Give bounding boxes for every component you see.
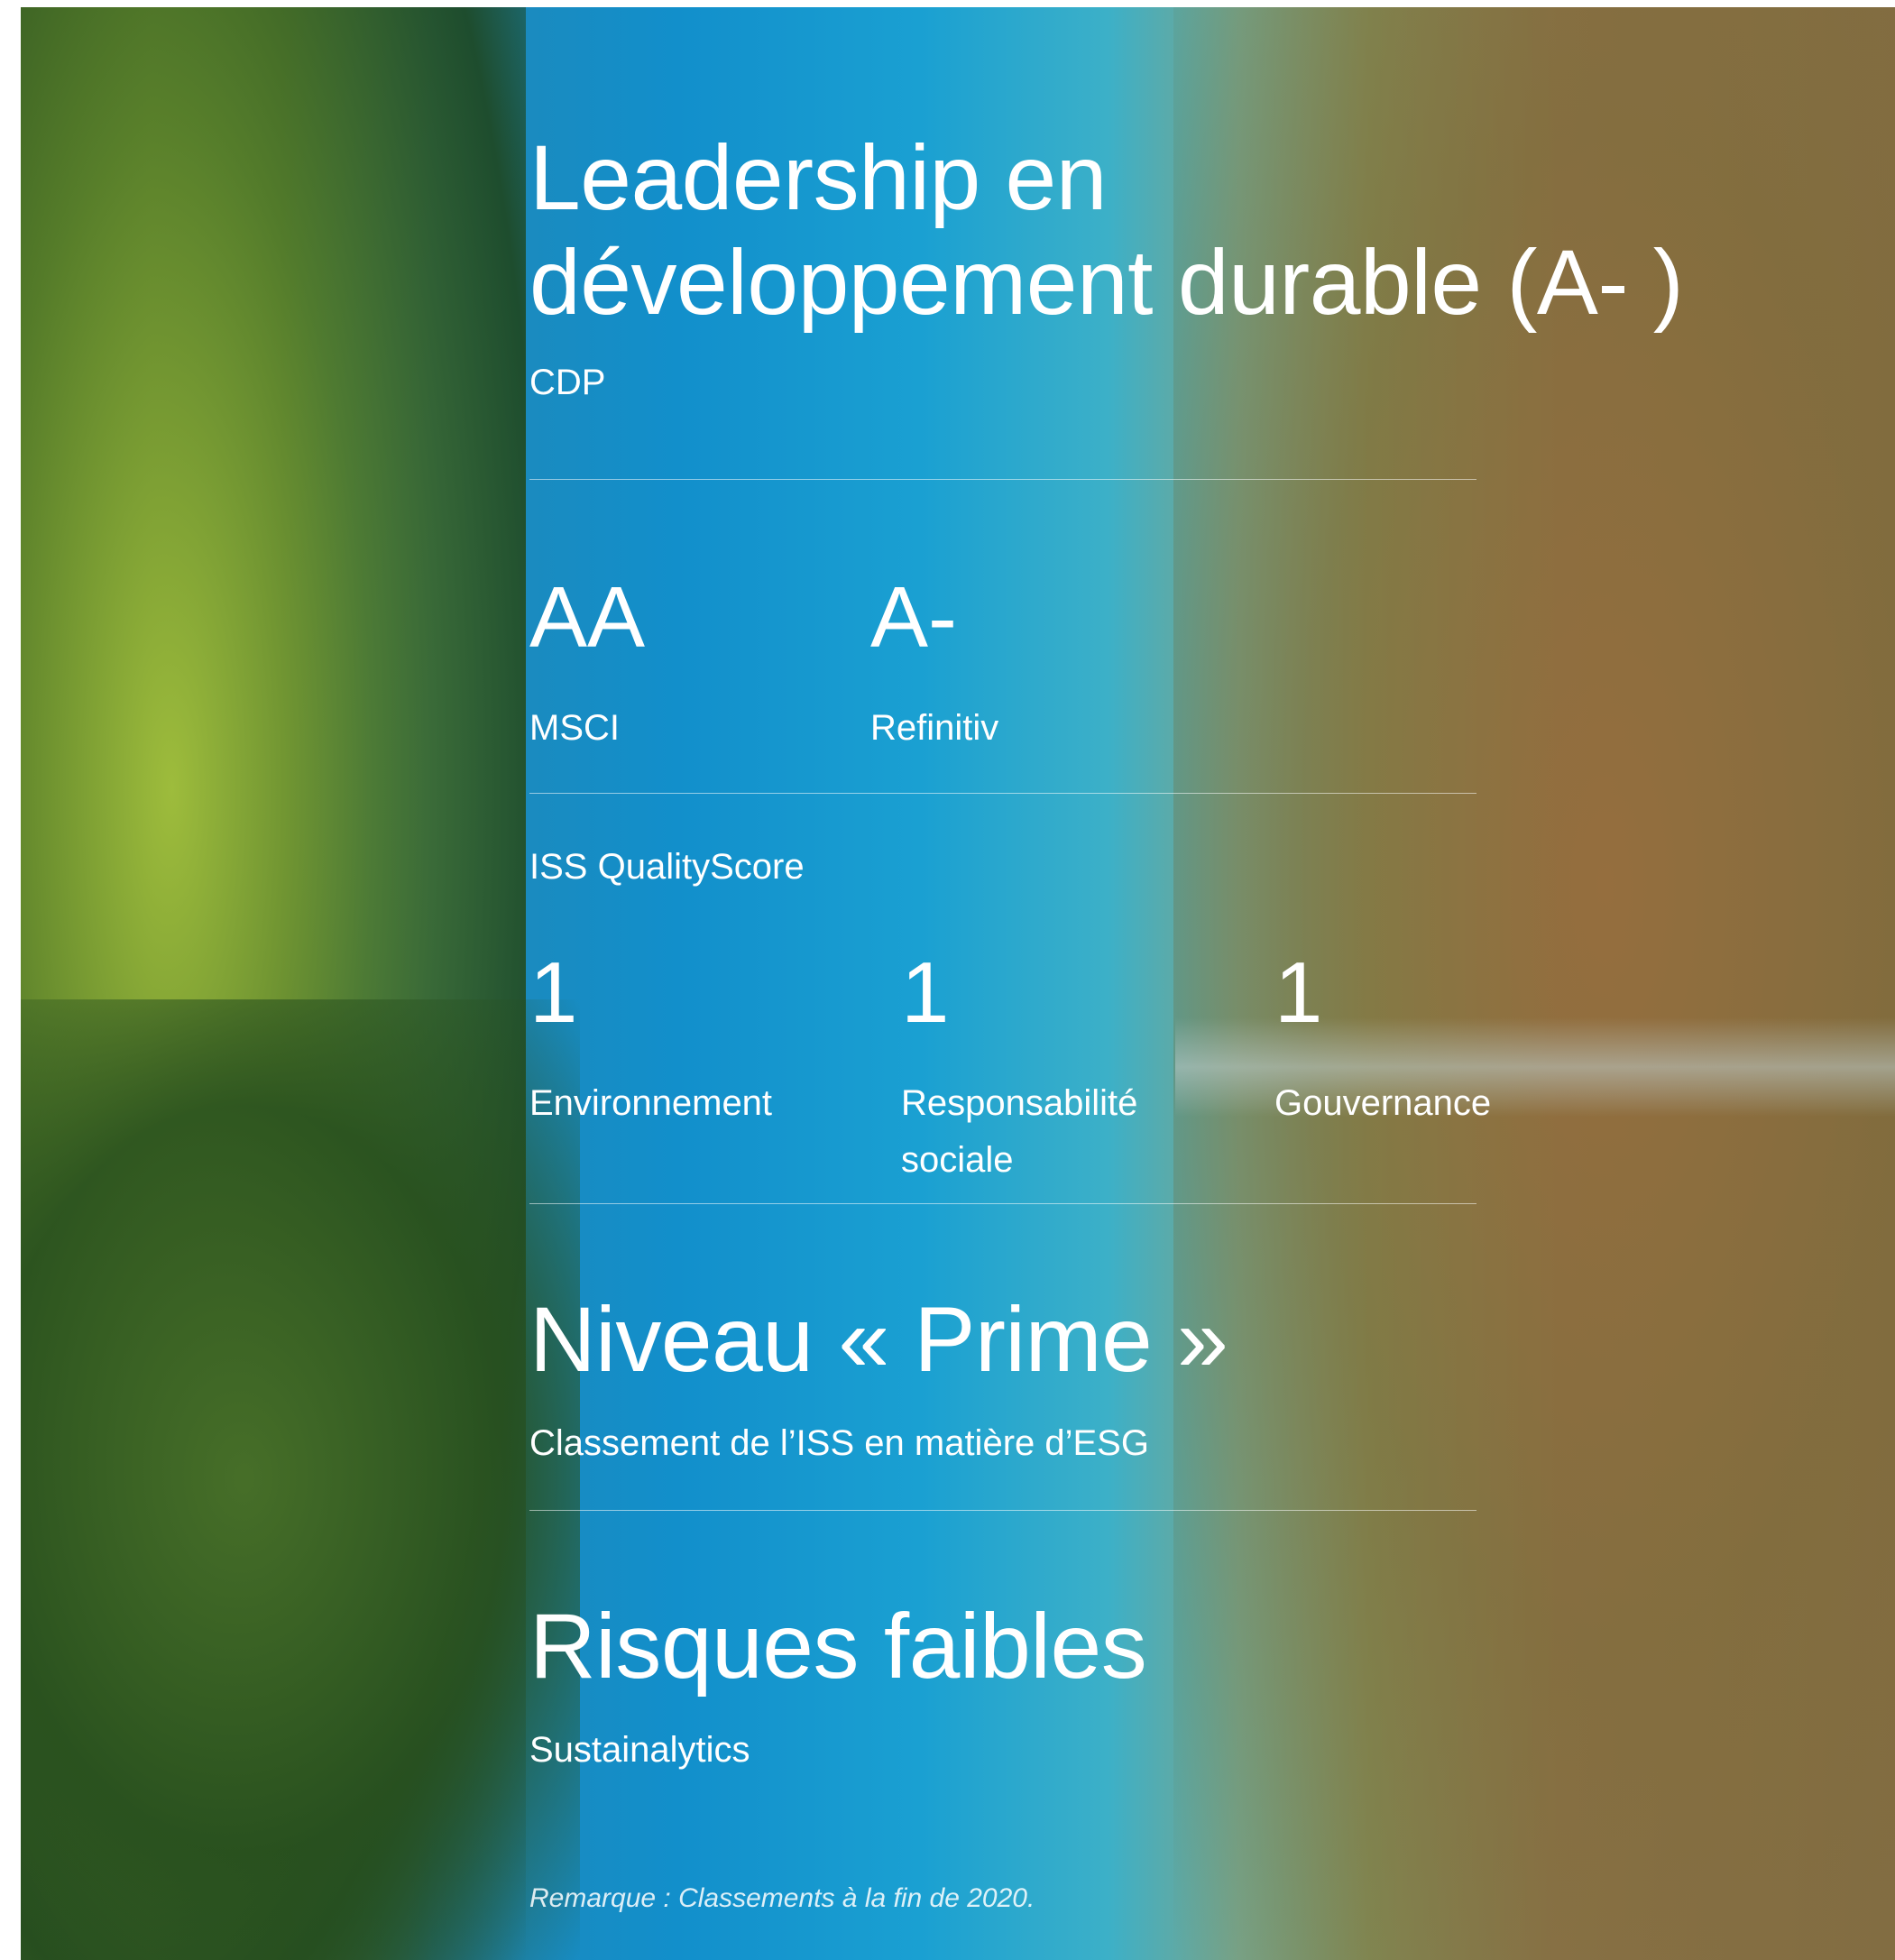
divider xyxy=(529,793,1476,794)
ratings-panel: Leadership en développement durable (A- … xyxy=(21,7,1895,1960)
iss-governance-score: 1 xyxy=(1274,944,1323,1041)
msci-score: AA xyxy=(529,569,646,666)
divider xyxy=(529,479,1476,480)
msci-label: MSCI xyxy=(529,708,620,748)
cdp-title-line2: développement durable (A- ) xyxy=(529,231,1684,334)
refinitiv-score: A- xyxy=(870,569,957,666)
iss-esg-source: Classement de l’ISS en matière d’ESG xyxy=(529,1423,1149,1463)
sustainalytics-source: Sustainalytics xyxy=(529,1730,750,1770)
footnote: Remarque : Classements à la fin de 2020. xyxy=(529,1883,1035,1913)
divider xyxy=(529,1203,1476,1204)
iss-governance-label: Gouvernance xyxy=(1274,1083,1492,1123)
cdp-source: CDP xyxy=(529,363,606,402)
cdp-title-line1: Leadership en xyxy=(529,126,1108,229)
iss-esg-title: Niveau « Prime » xyxy=(529,1288,1228,1391)
refinitiv-label: Refinitiv xyxy=(870,708,999,748)
sustainalytics-title: Risques faibles xyxy=(529,1595,1147,1698)
iss-environment-score: 1 xyxy=(529,944,578,1041)
iss-social-label-line1: Responsabilité xyxy=(901,1083,1138,1123)
background-photo: Leadership en développement durable (A- … xyxy=(21,7,1895,1960)
iss-quality-heading: ISS QualityScore xyxy=(529,847,805,887)
iss-environment-label: Environnement xyxy=(529,1083,773,1123)
iss-social-label-line2: sociale xyxy=(901,1140,1014,1180)
divider xyxy=(529,1510,1476,1511)
iss-social-score: 1 xyxy=(901,944,950,1041)
